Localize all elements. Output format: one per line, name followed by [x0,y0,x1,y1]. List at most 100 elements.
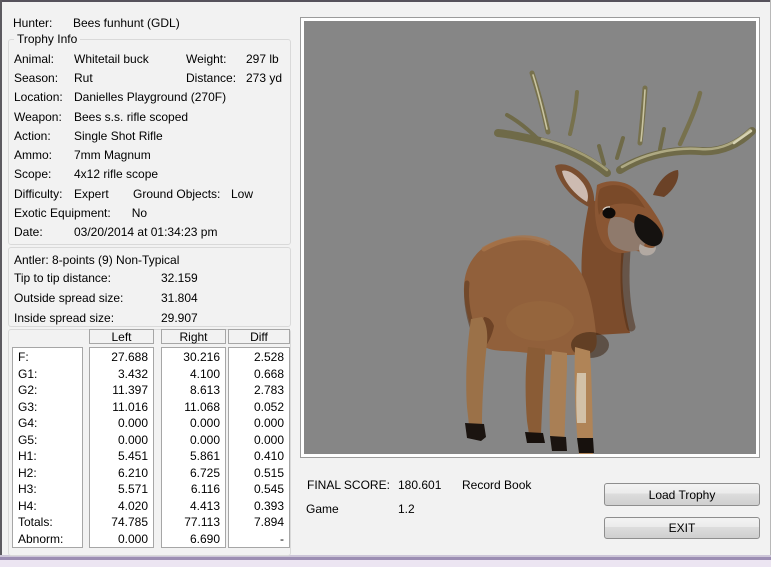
hunter-row: Hunter: Bees funhunt (GDL) [13,16,293,30]
trophy-row-exotic-equipment: Exotic Equipment: No [14,203,288,222]
field-label: Ground Objects: [133,187,220,201]
score-value: 74.785 [90,514,153,531]
score-row-label: H1: [13,448,82,465]
field-value: Single Shot Rifle [74,129,163,143]
hunter-value: Bees funhunt (GDL) [73,16,180,30]
score-value: 8.613 [162,382,225,399]
deer-3d-model [304,21,756,454]
measure-value: 31.804 [161,291,198,305]
score-row-label: G2: [13,382,82,399]
trophy-row-scope: Scope: 4x12 rifle scope [14,165,288,184]
field-label: Distance: [186,71,236,85]
field-value: Bees s.s. rifle scoped [74,110,188,124]
score-value: 2.783 [229,382,289,399]
score-row-label: G4: [13,415,82,432]
antler-measure-row: Inside spread size: 29.907 [14,308,198,328]
field-value: 297 lb [246,52,279,66]
score-value: 0.052 [229,399,289,416]
record-book-label: Record Book [462,478,531,492]
score-value: 2.528 [229,349,289,366]
score-value: 4.413 [162,498,225,515]
field-label: Action: [14,129,74,143]
score-value: 11.397 [90,382,153,399]
score-value: 0.393 [229,498,289,515]
score-value: 0.000 [162,432,225,449]
score-value: 0.000 [229,415,289,432]
score-value: 0.668 [229,366,289,383]
field-label: Weapon: [14,110,74,124]
window-top-border [0,0,771,2]
antler-headline: Antler: 8-points (9) Non-Typical [14,253,179,267]
score-value: 5.451 [90,448,153,465]
score-value: 0.000 [90,531,153,548]
trophy-3d-viewport[interactable] [300,17,760,458]
field-label: Location: [14,90,74,104]
column-header-right: Right [161,329,226,344]
score-value: 6.116 [162,481,225,498]
trophy-row-date: Date: 03/20/2014 at 01:34:23 pm [14,223,288,242]
field-label: Season: [14,71,74,85]
score-row-label: Totals: [13,514,82,531]
field-value: 273 yd [246,71,282,85]
trophy-info-rows: Animal: Whitetail buck Weight: 297 lb Se… [14,49,288,242]
measure-label: Tip to tip distance: [14,271,161,285]
load-trophy-button[interactable]: Load Trophy [604,483,760,506]
game-version: 1.2 [398,502,415,516]
field-label: Ammo: [14,148,74,162]
game-label: Game [306,502,339,516]
window-bottom-border-glow [0,560,771,567]
antler-measure-row: Tip to tip distance: 32.159 [14,268,198,288]
score-left-values-box: 27.688 3.432 11.397 11.016 0.000 0.000 5… [89,347,154,548]
antler-measure-row: Outside spread size: 31.804 [14,288,198,308]
score-row-label: G5: [13,432,82,449]
field-value: Whitetail buck [74,52,149,66]
score-value: 6.210 [90,465,153,482]
score-value: 11.068 [162,399,225,416]
field-value: 03/20/2014 at 01:34:23 pm [74,225,217,239]
score-value: 6.725 [162,465,225,482]
field-label: Scope: [14,167,74,181]
score-value: 4.020 [90,498,153,515]
trophy-row-action: Action: Single Shot Rifle [14,126,288,145]
trophy-row-location: Location: Danielles Playground (270F) [14,88,288,107]
score-diff-values-box: 2.528 0.668 2.783 0.052 0.000 0.000 0.41… [228,347,290,548]
score-value: 4.100 [162,366,225,383]
score-value: 30.216 [162,349,225,366]
column-header-diff: Diff [228,329,290,344]
antler-info-groupbox: Antler: 8-points (9) Non-Typical Tip to … [8,247,291,327]
score-row-labels-box: F: G1: G2: G3: G4: G5: H1: H2: H3: H4: T… [12,347,83,548]
measure-label: Inside spread size: [14,311,161,325]
trophy-viewer-window: Hunter: Bees funhunt (GDL) Trophy Info A… [0,0,771,567]
score-table-groupbox: Left Right Diff F: G1: G2: G3: G4: G5: H… [8,329,291,556]
field-label: Animal: [14,52,74,66]
field-label: Difficulty: [14,187,74,201]
field-value: 7mm Magnum [74,148,151,162]
field-value: Expert [74,187,109,201]
score-value: 5.571 [90,481,153,498]
field-label: Exotic Equipment: [14,206,111,220]
measure-label: Outside spread size: [14,291,161,305]
score-value: 7.894 [229,514,289,531]
field-value: Rut [74,71,93,85]
score-value: 5.861 [162,448,225,465]
field-value: Danielles Playground (270F) [74,90,226,104]
score-value: 0.410 [229,448,289,465]
score-value: 77.113 [162,514,225,531]
exit-button[interactable]: EXIT [604,517,760,539]
trophy-info-title: Trophy Info [14,32,80,46]
viewport-canvas [304,21,756,454]
score-row-label: Abnorm: [13,531,82,548]
trophy-info-groupbox: Trophy Info Animal: Whitetail buck Weigh… [8,39,291,245]
score-value: 27.688 [90,349,153,366]
field-label: Weight: [186,52,226,66]
score-row-label: H4: [13,498,82,515]
score-value: 0.515 [229,465,289,482]
score-value: 3.432 [90,366,153,383]
field-value: No [132,206,147,220]
score-row-label: H3: [13,481,82,498]
trophy-row-animal: Animal: Whitetail buck Weight: 297 lb [14,49,288,68]
score-value: 0.000 [90,432,153,449]
measure-value: 32.159 [161,271,198,285]
trophy-row-difficulty: Difficulty: Expert Ground Objects: Low [14,184,288,203]
score-value: 0.000 [229,432,289,449]
